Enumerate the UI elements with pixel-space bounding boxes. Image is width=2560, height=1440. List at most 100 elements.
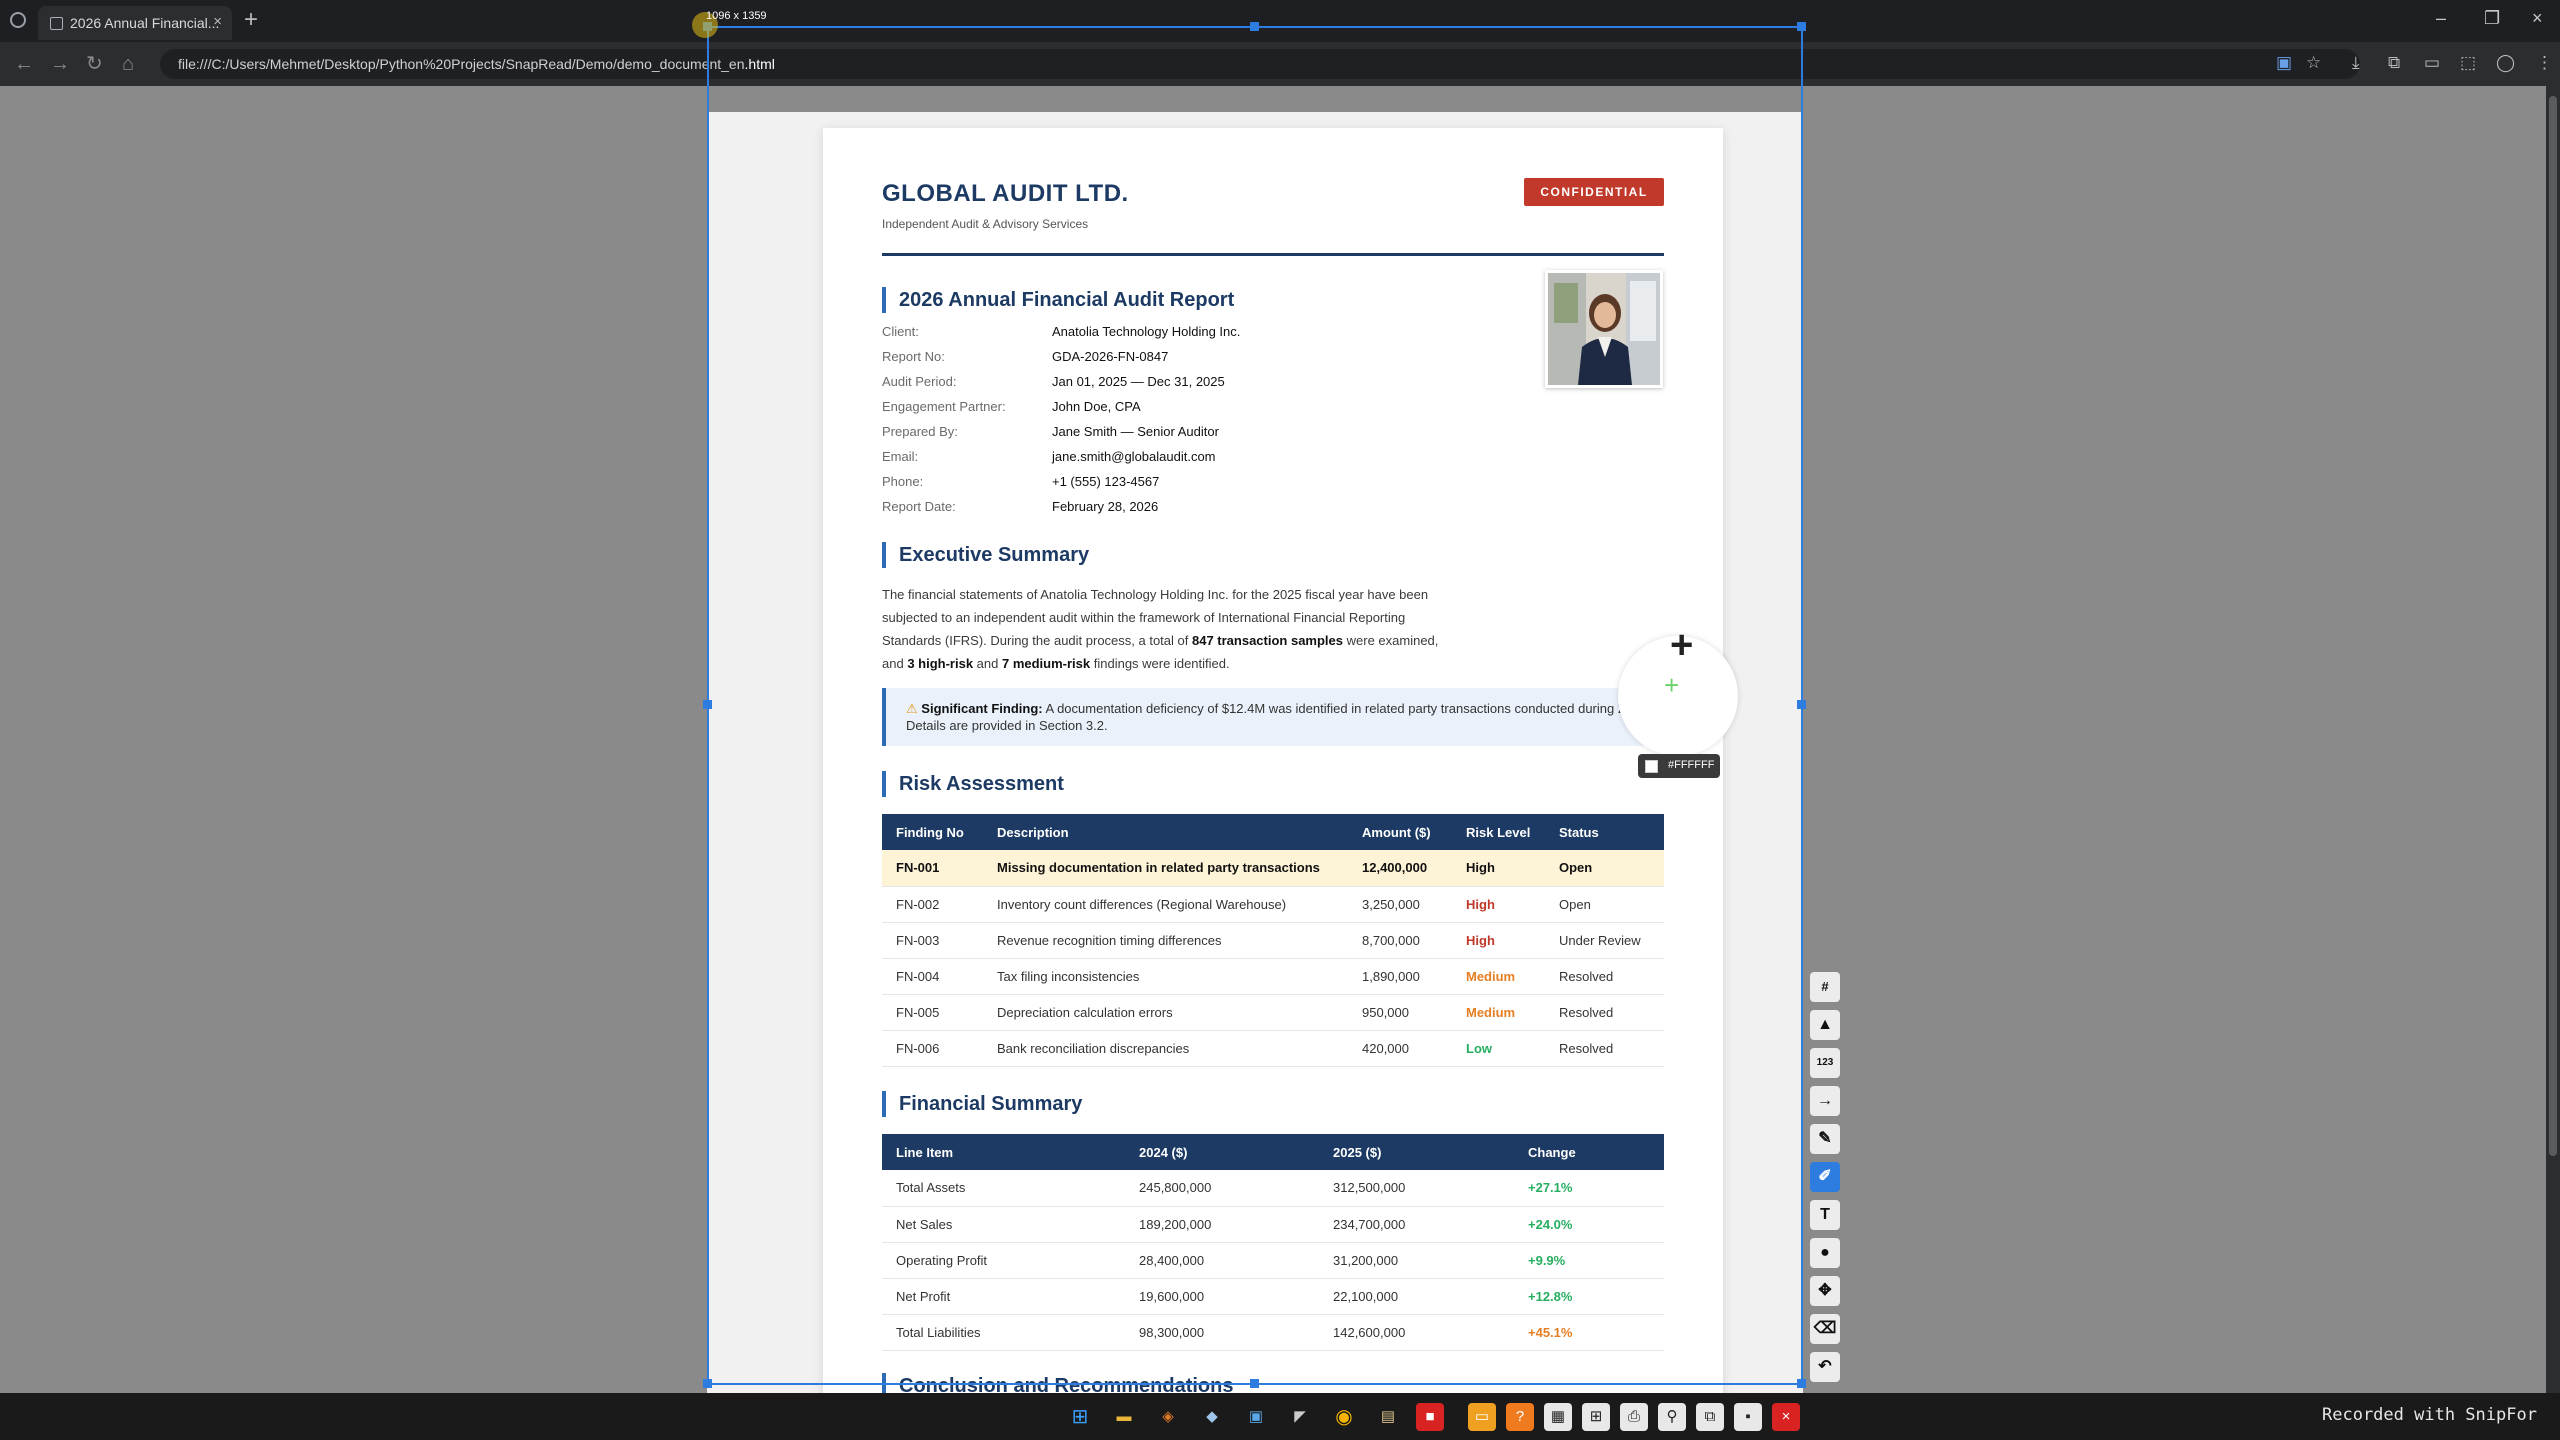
capture-dimensions-label: 1096 x 1359 [706,10,767,22]
finding-description: Inventory count differences (Regional Wa… [983,886,1348,923]
meta-label: Prepared By: [882,424,958,439]
financial-table: Line Item 2024 ($) 2025 ($) Change Total… [882,1134,1664,1351]
undo-tool-icon[interactable]: ↶ [1810,1352,1840,1382]
page-scrollbar[interactable] [2546,86,2560,1393]
folder-icon[interactable]: ▭ [2424,53,2440,73]
meta-label: Report No: [882,349,945,364]
help-icon[interactable]: ? [1506,1403,1534,1431]
change-value: +12.8% [1514,1278,1664,1315]
tab-close-icon[interactable]: × [213,13,222,30]
text-tool-icon[interactable]: T [1810,1200,1840,1230]
app-icon[interactable]: ◆ [1198,1403,1226,1431]
resize-handle[interactable] [1797,1379,1806,1388]
move-tool-icon[interactable]: ✥ [1810,1276,1840,1306]
new-tab-button[interactable]: + [244,6,258,34]
resize-handle[interactable] [1250,22,1259,31]
grid-tool-icon[interactable]: # [1810,972,1840,1002]
value-2024: 189,200,000 [1125,1206,1319,1243]
save-icon[interactable]: ▪ [1734,1403,1762,1431]
confidential-badge: CONFIDENTIAL [1524,178,1664,206]
color-tool-icon[interactable]: ● [1810,1238,1840,1268]
app-icon[interactable]: ▣ [1242,1403,1270,1431]
meta-label: Report Date: [882,499,956,514]
change-value: +45.1% [1514,1314,1664,1351]
translate-icon[interactable]: ▣ [2276,53,2292,73]
minimize-button[interactable]: – [2436,8,2446,29]
file-explorer-icon[interactable]: ▬ [1110,1403,1138,1431]
recording-watermark: Recorded with SnipFor [2322,1405,2537,1425]
arrow-tool-icon[interactable]: → [1810,1086,1840,1116]
column-header: Status [1545,814,1664,850]
close-capture-icon[interactable]: × [1772,1403,1800,1431]
finding-id: FN-004 [882,958,983,995]
financial-table-header: Line Item 2024 ($) 2025 ($) Change [882,1134,1664,1170]
value-2025: 142,600,000 [1319,1314,1514,1351]
stamp-tool-icon[interactable]: ▲ [1810,1010,1840,1040]
resize-handle[interactable] [1250,1379,1259,1388]
copy-icon[interactable]: ⧉ [1696,1403,1724,1431]
resize-handle[interactable] [1797,22,1806,31]
value-2025: 234,700,000 [1319,1206,1514,1243]
finding-amount: 1,890,000 [1348,958,1452,995]
meta-value: GDA-2026-FN-0847 [1052,349,1169,364]
profile-icon[interactable]: ◯ [2496,53,2515,73]
color-swatch [1645,760,1658,773]
browser-menu-icon[interactable] [10,12,26,28]
app-icon[interactable]: ▤ [1374,1403,1402,1431]
app-icon[interactable]: ◤ [1286,1403,1314,1431]
finding-description: Missing documentation in related party t… [983,850,1348,887]
print-icon[interactable]: ⎙ [1620,1403,1648,1431]
risk-level: High [1452,886,1545,923]
app-icon[interactable]: ◈ [1154,1403,1182,1431]
column-header: Change [1514,1134,1664,1170]
pin-icon[interactable]: ⚲ [1658,1403,1686,1431]
risk-level: Low [1452,1030,1545,1067]
finding-amount: 950,000 [1348,994,1452,1031]
color-hex-value: #FFFFFF [1668,759,1715,771]
value-2024: 19,600,000 [1125,1278,1319,1315]
finding-status: Resolved [1545,994,1664,1031]
value-2024: 98,300,000 [1125,1314,1319,1351]
scroll-thumb[interactable] [2549,96,2557,1156]
bookmark-star-icon[interactable]: ☆ [2306,53,2321,73]
close-window-button[interactable]: × [2532,8,2543,29]
financial-summary-heading: Financial Summary [882,1091,1082,1117]
browser-tab-bar: 2026 Annual Financial... × + – ❐ × [0,0,2560,42]
resize-handle[interactable] [1797,700,1806,709]
marker-tool-icon[interactable]: ✐ [1810,1162,1840,1192]
forward-button[interactable]: → [50,52,70,76]
warning-icon: ⚠ [906,701,918,716]
chrome-icon[interactable]: ◉ [1330,1403,1358,1431]
restore-button[interactable]: ❐ [2484,8,2500,29]
more-menu-icon[interactable]: ⋮ [2536,53,2553,73]
reload-button[interactable]: ↻ [86,52,103,76]
browser-tab-active[interactable]: 2026 Annual Financial... × [38,6,232,40]
value-2024: 28,400,000 [1125,1242,1319,1279]
header-divider [882,253,1664,256]
table-row: FN-004 Tax filing inconsistencies 1,890,… [882,958,1664,995]
ocr-icon[interactable]: ▦ [1544,1403,1572,1431]
start-menu-icon[interactable]: ⊞ [1066,1403,1094,1431]
meta-value: +1 (555) 123-4567 [1052,474,1160,489]
eraser-tool-icon[interactable]: ⌫ [1810,1314,1840,1344]
recorder-icon[interactable]: ■ [1416,1403,1444,1431]
address-bar[interactable]: file:///C:/Users/Mehmet/Desktop/Python%2… [160,49,2360,79]
line-item: Total Liabilities [882,1314,1125,1351]
value-2024: 245,800,000 [1125,1170,1319,1207]
change-value: +9.9% [1514,1242,1664,1279]
pen-tool-icon[interactable]: ✎ [1810,1124,1840,1154]
finding-description: Revenue recognition timing differences [983,922,1348,959]
extensions-icon[interactable]: ⬚ [2460,53,2476,73]
home-button[interactable]: ⌂ [122,52,134,76]
qr-icon[interactable]: ⊞ [1582,1403,1610,1431]
resize-handle[interactable] [703,1379,712,1388]
downloads-icon[interactable]: ⤓ [2352,53,2360,73]
meta-value: John Doe, CPA [1052,399,1141,414]
bookmarks-icon[interactable]: ⧉ [2388,53,2400,73]
snip-tool-icon[interactable]: ▭ [1468,1403,1496,1431]
counter-tool-icon[interactable]: 123 [1810,1048,1840,1078]
tab-title: 2026 Annual Financial... [70,15,220,31]
meta-label: Phone: [882,474,924,489]
resize-handle[interactable] [703,700,712,709]
back-button[interactable]: ← [14,52,34,76]
